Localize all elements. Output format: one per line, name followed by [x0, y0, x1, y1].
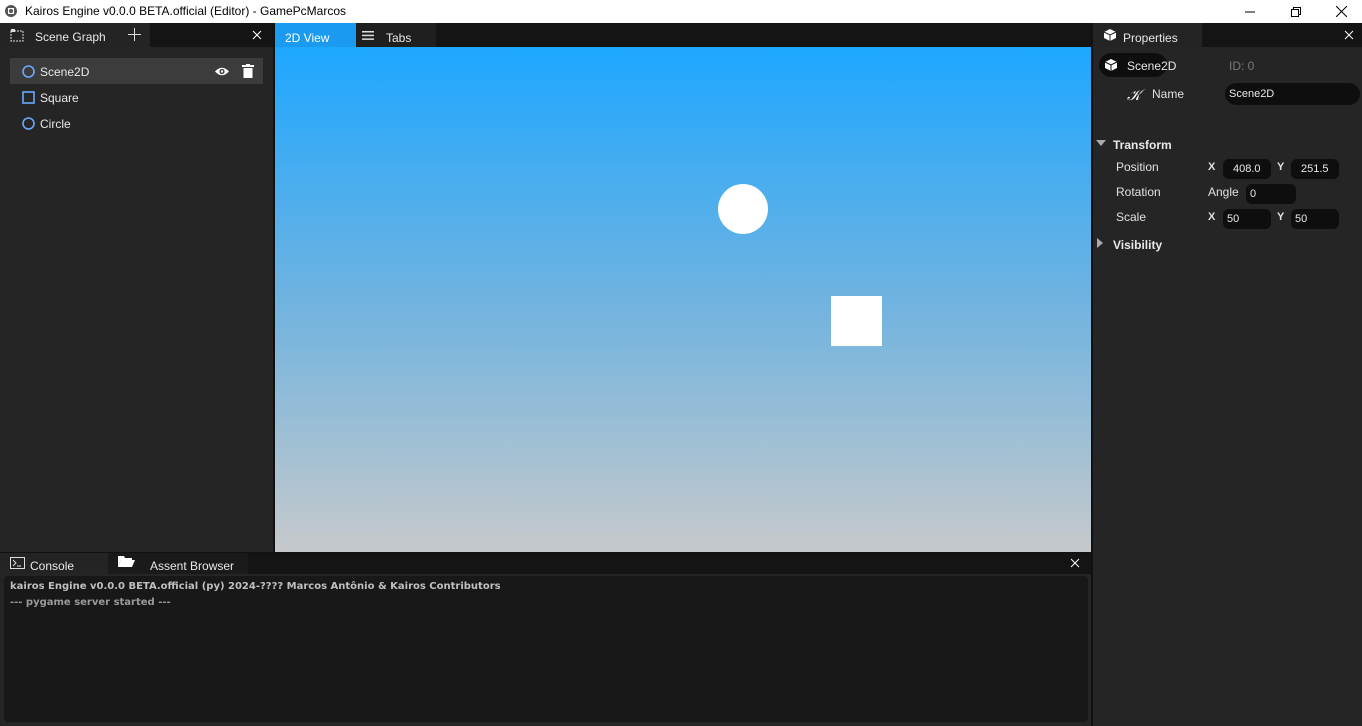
scale-y-input[interactable]: 50 — [1291, 209, 1339, 229]
close-bottom-panel-icon[interactable] — [1069, 557, 1081, 569]
transform-section-header[interactable]: Transform — [1093, 135, 1362, 153]
scene-graph-panel: Scene2D Square Circle — [0, 47, 273, 552]
viewport-tabbar: 2D View Tabs — [275, 23, 1091, 47]
tab-tabs-label: Tabs — [386, 31, 412, 45]
caret-down-icon — [1096, 140, 1106, 146]
tab-tabs[interactable]: Tabs — [356, 23, 436, 47]
tab-properties[interactable]: Properties — [1093, 23, 1202, 47]
scale-x-input[interactable]: 50 — [1223, 209, 1271, 229]
scene-graph-item-label: Square — [40, 91, 79, 105]
properties-tab-label: Properties — [1123, 31, 1178, 45]
console-line: kairos Engine v0.0.0 BETA.official (py) … — [10, 581, 501, 592]
position-x-axis: X — [1208, 161, 1216, 173]
circle-shape[interactable] — [718, 184, 768, 234]
cube-icon — [1103, 29, 1117, 41]
position-x-input[interactable]: 408.0 — [1223, 159, 1271, 179]
scene-graph-item-scene2d[interactable]: Scene2D — [10, 58, 263, 84]
circle-outline-icon — [22, 65, 35, 78]
scale-x-axis: X — [1208, 211, 1216, 223]
console-output[interactable]: kairos Engine v0.0.0 BETA.official (py) … — [4, 576, 1088, 722]
object-id: ID: 0 — [1229, 59, 1255, 73]
scale-y-axis: Y — [1277, 211, 1285, 223]
window-titlebar: Kairos Engine v0.0.0 BETA.official (Edit… — [0, 0, 1362, 23]
visibility-section-header[interactable]: Visibility — [1093, 235, 1362, 253]
minimize-button[interactable] — [1227, 0, 1273, 23]
eye-icon[interactable] — [214, 66, 230, 77]
name-input-value: Scene2D — [1229, 88, 1275, 100]
angle-input[interactable]: 0 — [1246, 184, 1296, 204]
close-window-button[interactable] — [1318, 0, 1362, 23]
tab-2d-view-label: 2D View — [285, 31, 330, 45]
angle-label: Angle — [1208, 185, 1239, 199]
scene-graph-icon — [10, 29, 24, 42]
name-label: Name — [1152, 87, 1185, 101]
scale-label: Scale — [1116, 210, 1147, 224]
position-label: Position — [1116, 160, 1159, 174]
window-title: Kairos Engine v0.0.0 BETA.official (Edit… — [25, 4, 347, 18]
console-line: --- pygame server started --- — [10, 597, 171, 608]
bottom-tabbar: Console Assent Browser — [0, 553, 1091, 574]
scene-graph-tab-label: Scene Graph — [35, 30, 106, 44]
app-logo-icon — [5, 5, 17, 17]
name-input[interactable]: Scene2D — [1225, 83, 1360, 105]
square-shape[interactable] — [831, 296, 882, 346]
properties-tabbar: Properties — [1093, 23, 1362, 47]
scale-y-value: 50 — [1295, 213, 1308, 225]
circle-outline-icon — [22, 117, 35, 130]
object-name: Scene2D — [1127, 59, 1177, 73]
position-y-input[interactable]: 251.5 — [1291, 159, 1339, 179]
visibility-label: Visibility — [1113, 238, 1163, 252]
trash-icon[interactable] — [242, 64, 254, 78]
rotation-label: Rotation — [1116, 185, 1161, 199]
hamburger-icon — [362, 31, 374, 40]
tab-assent-browser[interactable]: Assent Browser — [108, 553, 248, 574]
scene-viewport[interactable] — [275, 47, 1091, 552]
caret-right-icon — [1097, 238, 1103, 248]
scene-graph-item-square[interactable]: Square — [10, 84, 263, 110]
scene-graph-tabbar: Scene Graph — [0, 23, 273, 47]
plus-icon — [128, 28, 141, 41]
scene-graph-item-label: Circle — [40, 117, 71, 131]
restore-button[interactable] — [1273, 0, 1319, 23]
scene-graph-item-label: Scene2D — [40, 65, 90, 79]
terminal-icon — [10, 557, 25, 569]
scale-x-value: 50 — [1227, 213, 1240, 225]
add-node-button[interactable] — [120, 23, 150, 47]
minimize-icon — [1245, 11, 1255, 12]
assent-browser-tab-label: Assent Browser — [150, 559, 235, 573]
properties-panel: Scene2D ID: 0 𝒦 Name Scene2D Transform P… — [1093, 47, 1362, 726]
tab-2d-view[interactable]: 2D View — [275, 23, 356, 47]
name-field-icon: 𝒦 — [1127, 86, 1141, 104]
angle-value: 0 — [1250, 188, 1257, 200]
close-scene-graph-icon[interactable] — [251, 29, 263, 41]
tab-console[interactable]: Console — [0, 553, 108, 574]
close-properties-icon[interactable] — [1343, 29, 1355, 41]
cube-icon — [1104, 59, 1118, 71]
square-outline-icon — [22, 91, 35, 104]
transform-label: Transform — [1113, 138, 1172, 152]
position-x-value: 408.0 — [1233, 163, 1261, 175]
console-tab-label: Console — [30, 559, 75, 573]
folder-open-icon — [118, 556, 135, 567]
position-y-axis: Y — [1277, 161, 1285, 173]
close-icon — [1335, 6, 1347, 17]
object-chip[interactable]: Scene2D — [1099, 53, 1176, 77]
position-y-value: 251.5 — [1301, 163, 1329, 175]
restore-icon — [1291, 6, 1301, 17]
scene-graph-item-circle[interactable]: Circle — [10, 110, 263, 136]
